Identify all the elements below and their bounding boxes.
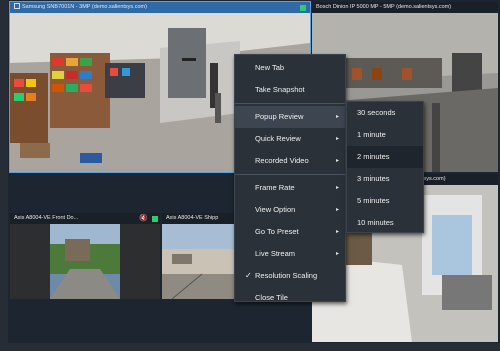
menu-separator <box>235 174 345 175</box>
checkmark-icon: ✓ <box>245 271 252 280</box>
menu-item-live-stream[interactable]: Live Stream ▸ <box>235 243 345 265</box>
menu-item-quick-review[interactable]: Quick Review ▸ <box>235 128 345 150</box>
menu-separator <box>235 103 345 104</box>
submenu-item-5-minutes[interactable]: 5 minutes <box>347 190 423 212</box>
camera-tile-axis-shipping[interactable]: Axis A8004-VE Shipp <box>162 213 240 299</box>
recording-indicator-icon <box>152 216 158 222</box>
tile-context-menu: New Tab Take Snapshot Popup Review ▸ Quic… <box>234 54 346 302</box>
menu-item-take-snapshot[interactable]: Take Snapshot <box>235 79 345 101</box>
submenu-arrow-icon: ▸ <box>335 229 339 235</box>
tile-select-checkbox[interactable] <box>14 2 20 9</box>
bottom-edge-bar <box>0 343 500 351</box>
submenu-arrow-icon: ▸ <box>335 114 339 120</box>
menu-item-view-option[interactable]: View Option ▸ <box>235 199 345 221</box>
video-wall-window: Samsung SNB7001N - 3MP (demo.salientsys.… <box>0 0 500 351</box>
submenu-item-3-minutes[interactable]: 3 minutes <box>347 168 423 190</box>
tile-titlebar[interactable]: Samsung SNB7001N - 3MP (demo.salientsys.… <box>10 2 310 13</box>
menu-item-frame-rate[interactable]: Frame Rate ▸ <box>235 177 345 199</box>
tile-title: Samsung SNB7001N - 3MP (demo.salientsys.… <box>22 4 147 10</box>
tile-titlebar[interactable]: Bosch Dinion IP 5000 MP - 5MP (demo.sali… <box>312 2 498 13</box>
menu-item-recorded-video[interactable]: Recorded Video ▸ <box>235 150 345 172</box>
submenu-item-1-minute[interactable]: 1 minute <box>347 124 423 146</box>
menu-item-go-to-preset[interactable]: Go To Preset ▸ <box>235 221 345 243</box>
submenu-arrow-icon: ▸ <box>335 251 339 257</box>
tile-titlebar[interactable]: Axis A8004-VE Front Do... <box>10 213 160 224</box>
submenu-item-30-seconds[interactable]: 30 seconds <box>347 102 423 124</box>
submenu-item-10-minutes[interactable]: 10 minutes <box>347 212 423 234</box>
submenu-item-2-minutes[interactable]: 2 minutes <box>347 146 423 168</box>
video-frame-axis-shipping <box>162 224 240 299</box>
tile-titlebar[interactable]: Axis A8004-VE Shipp <box>162 213 240 224</box>
submenu-arrow-icon: ▸ <box>335 158 339 164</box>
menu-item-close-tile[interactable]: Close Tile <box>235 287 345 309</box>
submenu-arrow-icon: ▸ <box>335 207 339 213</box>
tile-title: Bosch Dinion IP 5000 MP - 5MP (demo.sali… <box>316 4 452 10</box>
tile-title: tsys.com) <box>422 176 446 182</box>
left-edge-bar <box>0 0 8 351</box>
menu-item-new-tab[interactable]: New Tab <box>235 57 345 79</box>
live-video-feed[interactable] <box>10 224 160 299</box>
popup-review-submenu: 30 seconds 1 minute 2 minutes 3 minutes … <box>346 101 424 233</box>
menu-item-resolution-scaling[interactable]: ✓ Resolution Scaling <box>235 265 345 287</box>
mute-icon[interactable]: 🔇 <box>139 214 148 223</box>
video-frame-axis-front-door <box>10 224 160 299</box>
camera-tile-axis-front-door[interactable]: Axis A8004-VE Front Do... 🔇 <box>10 213 160 299</box>
tile-title: Axis A8004-VE Shipp <box>166 215 219 221</box>
menu-item-popup-review[interactable]: Popup Review ▸ <box>235 106 345 128</box>
submenu-arrow-icon: ▸ <box>335 185 339 191</box>
live-video-feed[interactable] <box>162 224 240 299</box>
tile-title: Axis A8004-VE Front Do... <box>14 215 79 221</box>
submenu-arrow-icon: ▸ <box>335 136 339 142</box>
recording-indicator-icon <box>300 5 306 11</box>
